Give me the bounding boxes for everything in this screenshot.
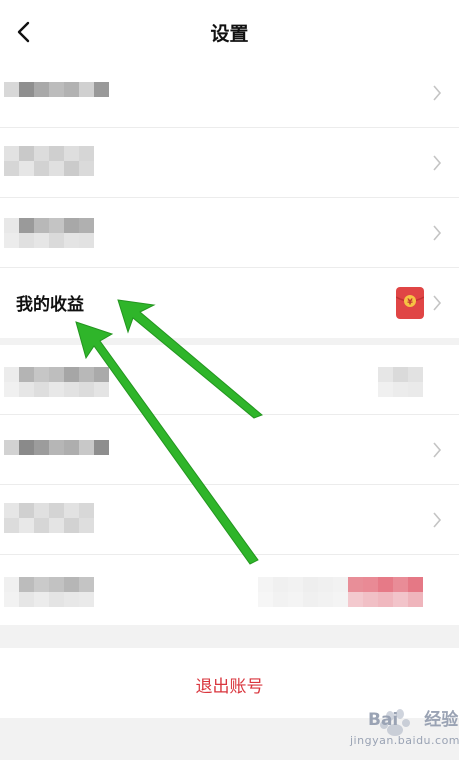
- blurred-label: [4, 146, 94, 176]
- settings-row-blurred-7[interactable]: [0, 555, 459, 625]
- blurred-label: [4, 82, 109, 97]
- settings-row-blurred-3[interactable]: [0, 198, 459, 268]
- watermark-url: jingyan.baidu.com: [350, 734, 459, 747]
- settings-row-blurred-4[interactable]: [0, 345, 459, 415]
- nav-header: 设置: [0, 0, 459, 62]
- settings-row-blurred-1[interactable]: [0, 58, 459, 128]
- earnings-label: 我的收益: [16, 295, 84, 315]
- page-title: 设置: [210, 23, 249, 45]
- envelope-symbol: ¥: [407, 298, 413, 307]
- blurred-label: [4, 577, 94, 607]
- settings-row-blurred-6[interactable]: [0, 485, 459, 555]
- blurred-label: [4, 440, 109, 455]
- blurred-value-pink: [258, 577, 423, 607]
- chevron-right-icon: [433, 155, 442, 171]
- settings-row-earnings[interactable]: 我的收益 ¥: [0, 268, 459, 338]
- red-envelope-icon: ¥: [396, 287, 424, 319]
- settings-row-blurred-5[interactable]: [0, 415, 459, 485]
- logout-label: 退出账号: [195, 677, 264, 697]
- chevron-right-icon: [433, 85, 442, 101]
- chevron-right-icon: [433, 225, 442, 241]
- chevron-right-icon: [433, 295, 442, 311]
- settings-group-1: 我的收益 ¥: [0, 58, 459, 338]
- blurred-value: [378, 367, 423, 397]
- watermark-brand: Bai 经验: [368, 710, 459, 730]
- chevron-right-icon: [433, 442, 442, 458]
- chevron-right-icon: [433, 512, 442, 528]
- blurred-label: [4, 218, 94, 248]
- settings-row-blurred-2[interactable]: [0, 128, 459, 198]
- blurred-label: [4, 367, 109, 397]
- settings-group-2: [0, 345, 459, 625]
- blurred-label: [4, 503, 94, 533]
